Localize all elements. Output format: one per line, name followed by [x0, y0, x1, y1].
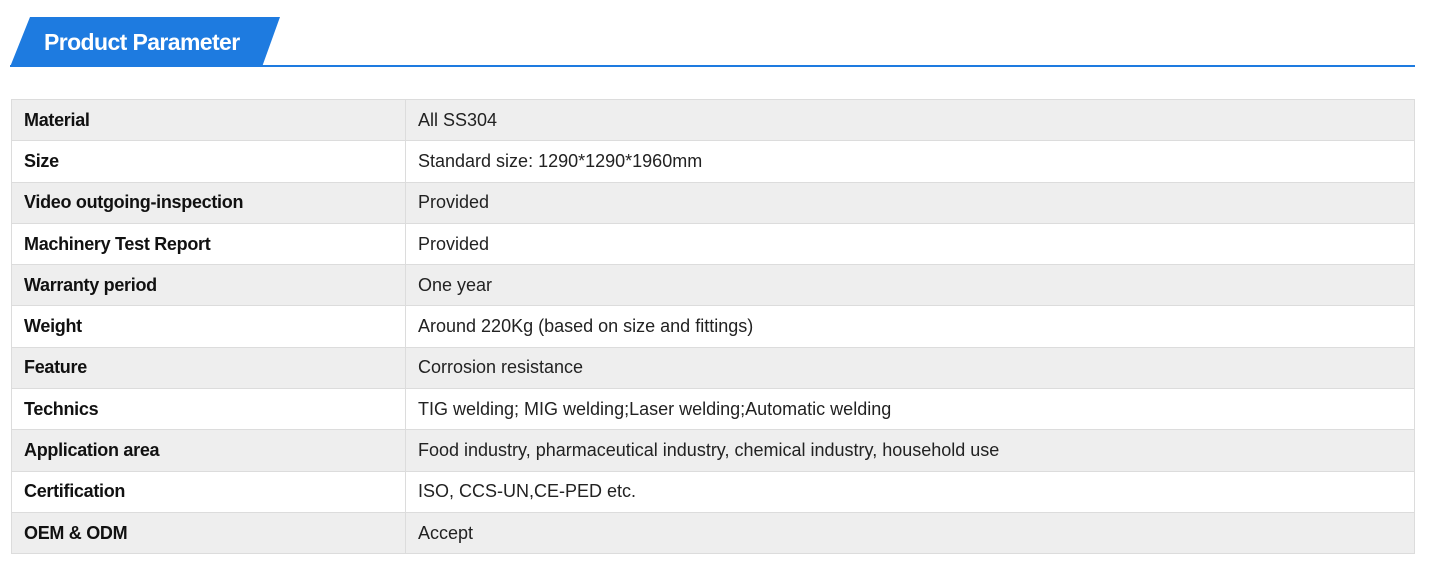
parameter-label: OEM & ODM [11, 511, 406, 555]
table-row: Feature Corrosion resistance [11, 346, 1415, 390]
table-row: Weight Around 220Kg (based on size and f… [11, 305, 1415, 348]
table-row: Video outgoing-inspection Provided [11, 181, 1415, 224]
parameter-label: Feature [11, 346, 406, 390]
parameter-label: Size [11, 140, 406, 183]
section-header: Product Parameter [10, 17, 1415, 69]
parameter-label: Warranty period [11, 264, 406, 307]
table-row: Technics TIG welding; MIG welding;Laser … [11, 388, 1415, 431]
header-divider [10, 65, 1415, 67]
parameter-value: Provided [405, 181, 1415, 224]
parameter-label: Video outgoing-inspection [11, 181, 406, 224]
parameter-value: TIG welding; MIG welding;Laser welding;A… [405, 388, 1415, 431]
parameter-label: Weight [11, 305, 406, 348]
table-row: Size Standard size: 1290*1290*1960mm [11, 140, 1415, 183]
table-row: Certification ISO, CCS-UN,CE-PED etc. [11, 470, 1415, 513]
table-row: OEM & ODM Accept [11, 511, 1415, 555]
parameter-label: Machinery Test Report [11, 222, 406, 266]
parameter-value: Food industry, pharmaceutical industry, … [405, 429, 1415, 472]
table-row: Machinery Test Report Provided [11, 222, 1415, 266]
parameter-label: Certification [11, 470, 406, 513]
section-title: Product Parameter [44, 29, 240, 55]
table-row: Application area Food industry, pharmace… [11, 429, 1415, 472]
parameter-value: Standard size: 1290*1290*1960mm [405, 140, 1415, 183]
parameter-label: Application area [11, 429, 406, 472]
table-row: Warranty period One year [11, 264, 1415, 307]
parameter-value: Corrosion resistance [405, 346, 1415, 390]
parameter-value: Provided [405, 222, 1415, 266]
parameter-table: Material All SS304 Size Standard size: 1… [11, 98, 1415, 555]
parameter-value: One year [405, 264, 1415, 307]
parameter-value: All SS304 [405, 98, 1415, 142]
parameter-value: Accept [405, 511, 1415, 555]
table-row: Material All SS304 [11, 98, 1415, 142]
parameter-value: ISO, CCS-UN,CE-PED etc. [405, 470, 1415, 513]
parameter-value: Around 220Kg (based on size and fittings… [405, 305, 1415, 348]
parameter-label: Technics [11, 388, 406, 431]
parameter-label: Material [11, 98, 406, 142]
